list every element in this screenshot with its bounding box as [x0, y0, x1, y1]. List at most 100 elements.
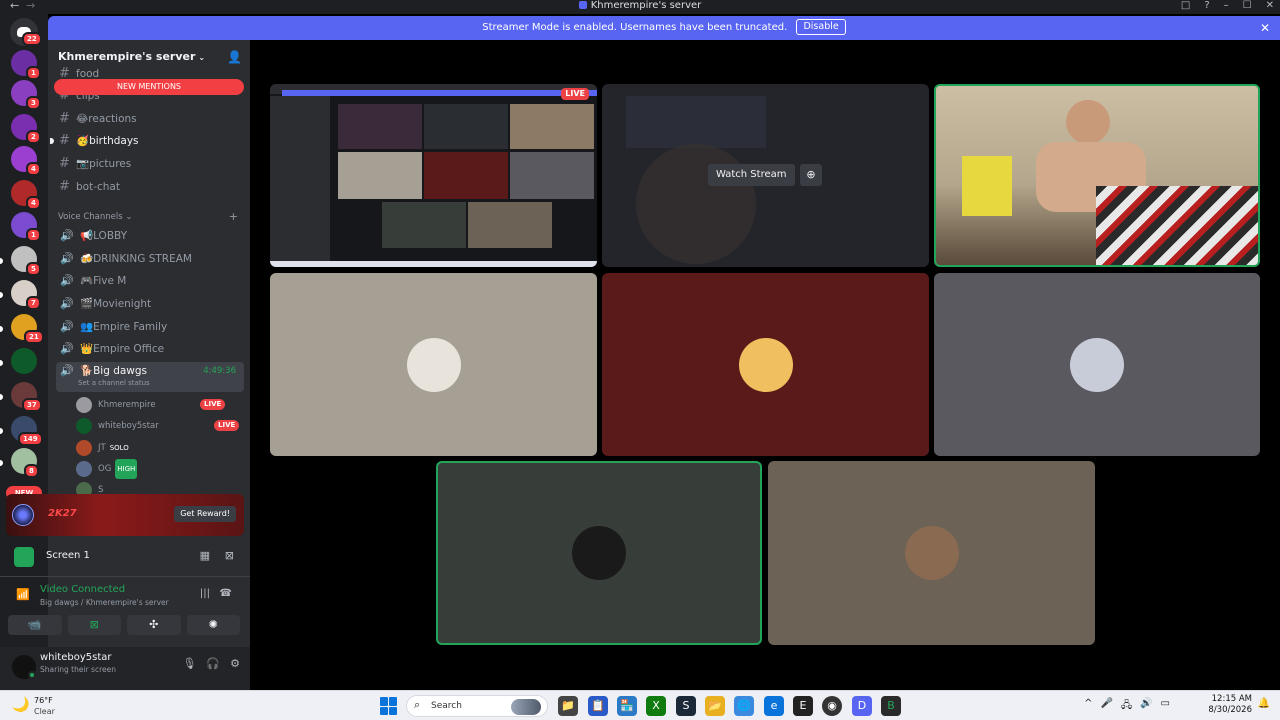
soundboard-button[interactable]: ✺: [186, 615, 240, 635]
stream-tile-preview[interactable]: Watch Stream ⊕: [602, 84, 929, 267]
voice-member[interactable]: whiteboy5star LIVE: [76, 416, 244, 436]
voice-channel-empire-family[interactable]: 🔊 👥Empire Family: [56, 317, 244, 337]
noise-suppression-icon[interactable]: |||: [200, 588, 210, 599]
preview-tile: [468, 202, 552, 248]
pop-out-icon[interactable]: ⊕: [800, 164, 822, 186]
voice-member[interactable]: OG HIGH: [76, 459, 244, 479]
server-badge-1: 1: [26, 66, 41, 80]
voice-channel-empire-office[interactable]: 🔊 👑Empire Office: [56, 339, 244, 359]
camera-tile[interactable]: [934, 84, 1260, 267]
app-icon-green[interactable]: B: [881, 696, 901, 716]
battery-icon[interactable]: ▭: [1161, 698, 1170, 715]
get-reward-button[interactable]: Get Reward!: [174, 506, 236, 522]
live-badge: LIVE: [561, 88, 589, 100]
voice-channel-movienight[interactable]: 🔊 🎬Movienight: [56, 294, 244, 314]
voice-label: Empire Family: [93, 321, 168, 333]
participant-tile[interactable]: [934, 273, 1260, 456]
microphone-icon[interactable]: 🎙: [182, 657, 196, 670]
screen-share-button[interactable]: ⊠: [67, 615, 121, 635]
unread-indicator: [50, 138, 54, 144]
new-mentions-pill[interactable]: NEW MENTIONS: [54, 79, 244, 95]
store-icon[interactable]: 🏪: [617, 696, 637, 716]
screen-share-icon: [14, 547, 34, 567]
channel-label: bot-chat: [76, 181, 120, 193]
microphone-icon[interactable]: 🎤: [1100, 698, 1112, 715]
user-panel: whiteboy5star Sharing their screen 🎙 🎧 ⚙: [0, 647, 250, 690]
notification-bell-icon[interactable]: 🔔: [1258, 698, 1270, 709]
close-window-icon[interactable]: ✕: [1266, 0, 1274, 12]
weather-widget[interactable]: 🌙 76°F Clear: [10, 695, 70, 717]
participant-tile[interactable]: [768, 461, 1095, 645]
channel-bot-chat[interactable]: # bot-chat: [56, 177, 244, 197]
voice-channel-lobby[interactable]: 🔊 📢LOBBY: [56, 226, 244, 246]
network-icon[interactable]: 🖧: [1121, 698, 1132, 715]
edge-icon[interactable]: e: [764, 696, 784, 716]
task-view-icon[interactable]: 📁: [558, 696, 578, 716]
steam-icon[interactable]: S: [676, 696, 696, 716]
windows-start-icon[interactable]: [380, 697, 398, 715]
maximize-icon[interactable]: ☐: [1243, 0, 1252, 12]
discord-icon[interactable]: D: [852, 696, 872, 716]
server-badge-12: 149: [18, 432, 43, 446]
connection-channel[interactable]: Big dawgs / Khmerempire's server: [40, 598, 169, 607]
voice-member[interactable]: Khmerempire LIVE: [76, 395, 244, 415]
file-explorer-icon[interactable]: 📂: [705, 696, 725, 716]
watch-stream-button[interactable]: Watch Stream: [708, 164, 795, 186]
app-icon-blue[interactable]: 📋: [588, 696, 608, 716]
hash-icon: #: [59, 111, 70, 126]
stream-thumbnail-sign: [626, 96, 766, 148]
voice-channel-big-dawgs[interactable]: 🔊 🐕Big dawgs 4:49:36 Set a channel status: [56, 362, 244, 392]
xbox-icon[interactable]: X: [646, 696, 666, 716]
channel-reactions[interactable]: # 😂reactions: [56, 109, 244, 129]
volume-icon[interactable]: 🔊: [1140, 698, 1152, 715]
camera-button[interactable]: 📹: [8, 615, 62, 635]
channel-emoji: 📷: [76, 158, 90, 170]
stream-tile-screen[interactable]: LIVE: [270, 84, 597, 267]
member-name: whiteboy5star: [98, 421, 159, 431]
search-icon: ⌕: [414, 698, 421, 711]
avatar: [572, 526, 626, 580]
connection-status[interactable]: Video Connected: [40, 584, 125, 595]
reward-brand: 2K27: [48, 508, 77, 519]
settings-gear-icon[interactable]: ⚙: [230, 657, 240, 670]
disconnect-icon[interactable]: ☎: [220, 588, 232, 599]
chrome-icon[interactable]: ◉: [822, 696, 842, 716]
clock[interactable]: 12:15 AM 8/30/2026: [1208, 694, 1252, 716]
stop-share-icon[interactable]: ⊠: [225, 549, 234, 562]
voice-channel-drinking-stream[interactable]: 🔊 🍻DRINKING STREAM: [56, 249, 244, 269]
inbox-icon[interactable]: □: [1181, 0, 1190, 12]
voice-emoji: 🐕: [80, 365, 94, 377]
speaker-icon: 🔊: [60, 342, 74, 355]
channel-pictures[interactable]: # 📷pictures: [56, 154, 244, 174]
activities-button[interactable]: ✣: [127, 615, 181, 635]
participant-tile[interactable]: [602, 273, 929, 456]
server-icon-10[interactable]: [11, 348, 37, 374]
signal-icon: 📶: [16, 588, 30, 601]
voice-channel-five-m[interactable]: 🔊 🎮Five M: [56, 271, 244, 291]
participant-tile[interactable]: [270, 273, 597, 456]
disable-streamer-mode-button[interactable]: Disable: [796, 19, 846, 35]
minimize-icon[interactable]: –: [1224, 0, 1229, 12]
headphones-icon[interactable]: 🎧: [206, 657, 220, 670]
discord-window: ← → Khmerempire's server □ ? – ☐ ✕ 22 1 …: [0, 0, 1280, 720]
channel-status-prompt[interactable]: Set a channel status: [78, 377, 150, 389]
help-icon[interactable]: ?: [1204, 0, 1209, 12]
voice-member[interactable]: JT SOLO: [76, 438, 244, 458]
participant-tile-speaking[interactable]: [436, 461, 762, 645]
chevron-up-icon[interactable]: ^: [1084, 698, 1092, 715]
server-badge-3: 2: [26, 130, 41, 144]
preview-tile: [338, 152, 422, 199]
voice-category[interactable]: Voice Channels ⌄: [58, 212, 132, 222]
channel-birthdays[interactable]: # 🥳birthdays: [50, 131, 244, 151]
app-icon-colorful[interactable]: 🌐: [734, 696, 754, 716]
create-channel-icon[interactable]: +: [229, 210, 238, 223]
banner-close-icon[interactable]: ✕: [1260, 16, 1270, 40]
voice-emoji: 📢: [80, 230, 94, 242]
epic-games-icon[interactable]: E: [793, 696, 813, 716]
taskbar-search[interactable]: ⌕ Search: [406, 695, 548, 717]
speaker-icon: 🔊: [60, 320, 74, 333]
grid-icon[interactable]: ▦: [200, 549, 210, 562]
voice-label: Movienight: [93, 298, 152, 310]
voice-category-label: Voice Channels: [58, 212, 123, 222]
preview-taskbar: [270, 261, 597, 267]
